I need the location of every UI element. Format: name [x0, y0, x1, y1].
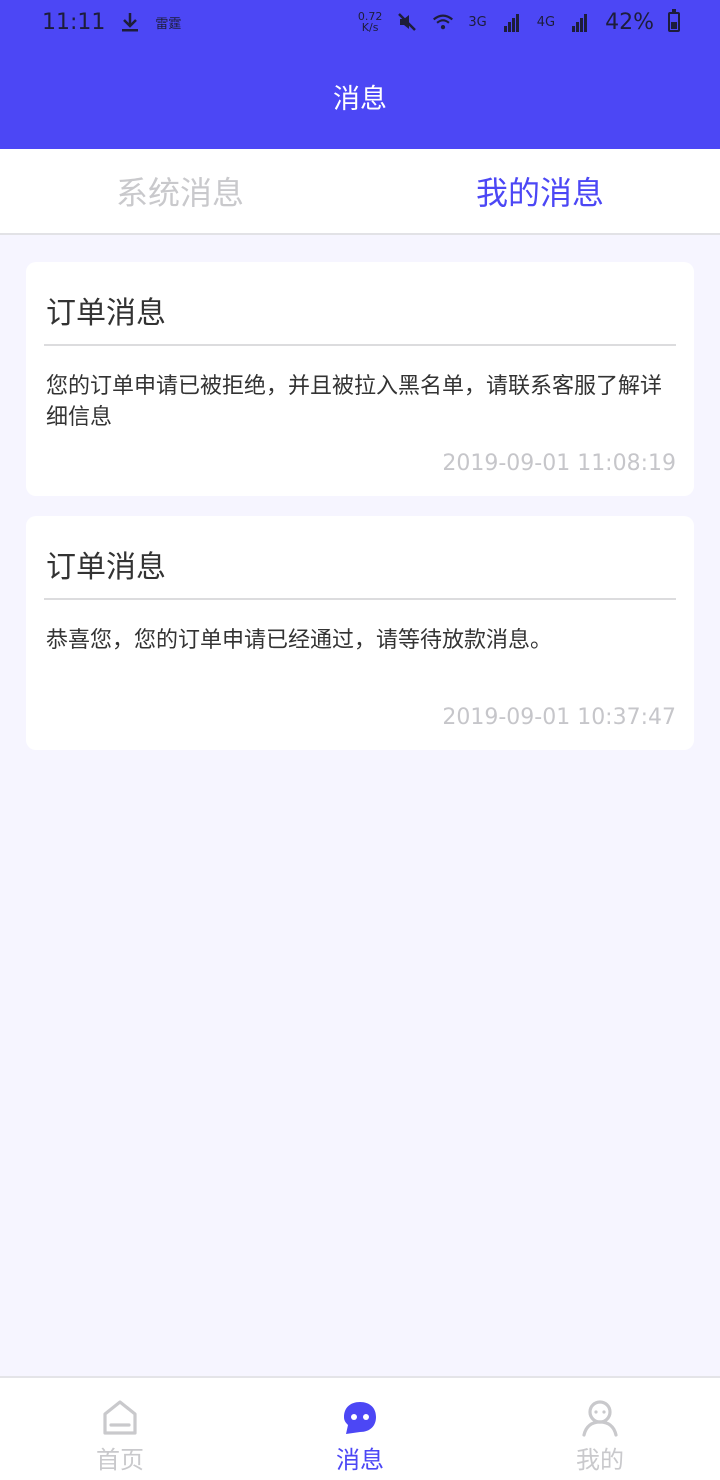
chat-icon	[344, 1402, 376, 1434]
app-header: 消息	[0, 44, 720, 149]
status-carrier-note: 雷霆	[155, 16, 182, 32]
message-title: 订单消息	[44, 516, 676, 600]
status-left: 11:11 雷霆	[42, 10, 181, 35]
profile-icon	[582, 1400, 618, 1437]
message-body: 恭喜您，您的订单申请已经通过，请等待放款消息。	[46, 628, 553, 653]
status-right: 0.72 K/s 3G 4G 42%	[357, 9, 680, 35]
status-time: 11:11	[42, 9, 106, 35]
mute-icon	[396, 11, 418, 33]
message-body: 您的订单申请已被拒绝，并且被拉入黑名单，请联系客服了解详细信息	[46, 374, 663, 430]
message-time: 2019-09-01 10:37:47	[442, 705, 676, 730]
download-icon	[119, 11, 141, 33]
nav-messages[interactable]: 消息	[240, 1378, 480, 1480]
message-card[interactable]: 订单消息 恭喜您，您的订单申请已经通过，请等待放款消息。 2019-09-01 …	[26, 516, 694, 750]
tab-my-messages[interactable]: 我的消息	[360, 149, 720, 233]
battery-icon	[668, 9, 680, 32]
page-title: 消息	[333, 84, 387, 115]
message-time: 2019-09-01 11:08:19	[442, 451, 676, 476]
battery-percent: 42%	[605, 9, 654, 35]
nav-home-label: 首页	[96, 1446, 144, 1474]
bottom-nav: 首页 消息 我的	[0, 1376, 720, 1480]
nav-home[interactable]: 首页	[0, 1378, 240, 1480]
wifi-icon	[432, 11, 454, 33]
tab-bar: 系统消息 我的消息	[0, 149, 720, 235]
signal-4g-label: 4G	[536, 14, 556, 30]
message-list: 订单消息 您的订单申请已被拒绝，并且被拉入黑名单，请联系客服了解详细信息 201…	[26, 262, 694, 770]
nav-messages-label: 消息	[336, 1446, 384, 1474]
nav-profile-label: 我的	[576, 1446, 624, 1474]
tab-system-messages[interactable]: 系统消息	[0, 149, 360, 233]
signal-3g-icon	[501, 11, 523, 33]
battery-level	[671, 22, 677, 29]
status-bar: 11:11 雷霆 0.72 K/s 3G 4G 42%	[0, 0, 720, 44]
signal-3g-label: 3G	[468, 14, 487, 30]
message-title: 订单消息	[44, 262, 676, 346]
nav-profile[interactable]: 我的	[480, 1378, 720, 1480]
net-speed: 0.72 K/s	[357, 10, 383, 34]
home-icon	[103, 1400, 137, 1435]
signal-4g-icon	[569, 11, 591, 33]
message-card[interactable]: 订单消息 您的订单申请已被拒绝，并且被拉入黑名单，请联系客服了解详细信息 201…	[26, 262, 694, 496]
